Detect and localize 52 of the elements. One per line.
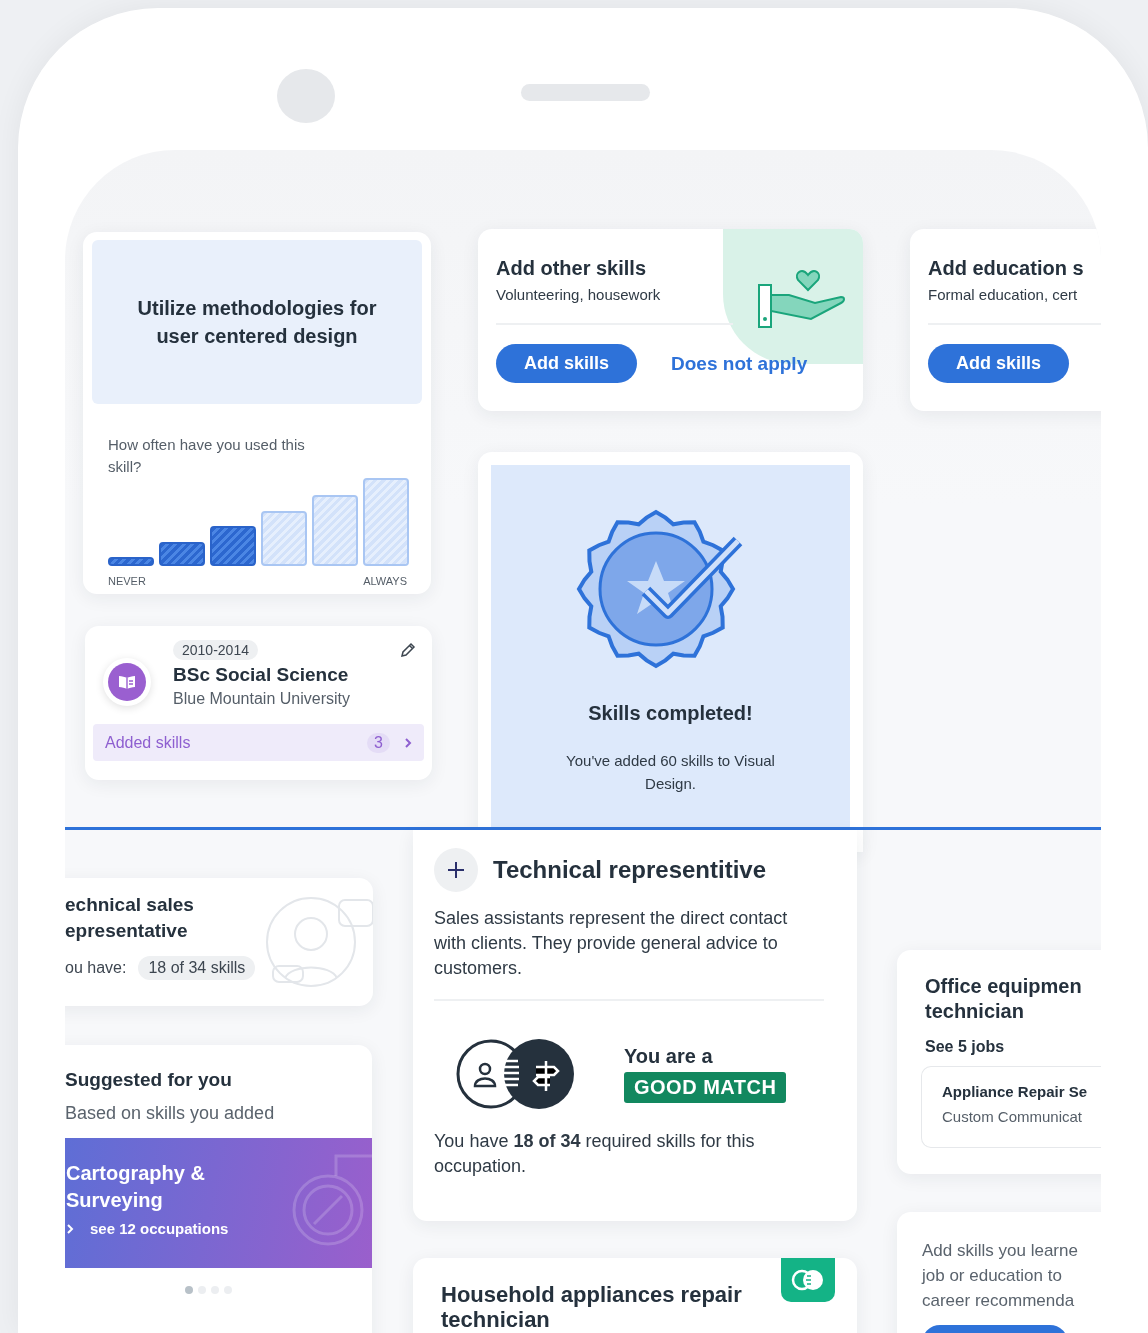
frequency-bar[interactable] (159, 542, 205, 566)
occupation-title: Household appliances repair technician (441, 1282, 743, 1332)
recommendation-text: Add skills you learne job or education to career recommenda (922, 1240, 1079, 1312)
frequency-bar[interactable] (312, 495, 358, 566)
skill-title: Utilize methodologies for user centered design (136, 296, 378, 349)
school-name: Blue Mountain University (173, 690, 351, 708)
book-icon (103, 658, 151, 706)
occupation-title: echnical sales epresentative (65, 893, 194, 943)
pencil-icon[interactable] (400, 642, 416, 658)
job-card[interactable]: Appliance Repair Se Custom Communicat (921, 1066, 1101, 1148)
prompt-subtitle: Formal education, cert (928, 286, 1079, 303)
suggestion-subtitle: Based on skills you added (65, 1103, 276, 1124)
frequency-question: How often have you used this skill? (108, 435, 306, 477)
frequency-bar[interactable] (363, 478, 409, 566)
occupation-description: Sales assistants represent the direct contact with clients. They provide general advice to customers. (434, 907, 789, 980)
year-chip: 2010-2014 (173, 640, 258, 660)
skills-summary: You have 18 of 34 required skills for this occupation. (434, 1130, 756, 1178)
skill-count: 3 (367, 732, 390, 753)
job-title: Appliance Repair Se (942, 1083, 1089, 1100)
company-name: Custom Communicat (942, 1108, 1084, 1125)
degree-title: BSc Social Science (173, 664, 350, 686)
prompt-title: Add other skills (496, 257, 648, 280)
category-title: Cartography & Surveying (66, 1161, 206, 1213)
match-badge: GOOD MATCH (624, 1072, 787, 1103)
occupation-title: Technical representitive (493, 856, 766, 884)
chevron-right-icon (66, 1222, 74, 1235)
skills-chip: 18 of 34 skills (138, 956, 256, 980)
prompt-subtitle: Volunteering, housework (496, 286, 662, 303)
add-button[interactable] (434, 848, 478, 892)
category-banner[interactable]: Cartography & Surveying see 12 occupations (65, 1138, 372, 1268)
frequency-bar[interactable] (210, 526, 256, 566)
page-dot[interactable] (185, 1286, 193, 1294)
scale-max-label: ALWAYS (363, 575, 407, 587)
add-skills-button[interactable]: Add skills (496, 344, 638, 383)
does-not-apply-link[interactable]: Does not apply (671, 352, 808, 375)
prompt-title: Add education s (928, 257, 1085, 280)
frequency-bar[interactable] (261, 511, 307, 566)
frequency-bar[interactable] (108, 557, 154, 566)
scale-min-label: NEVER (108, 575, 146, 587)
added-skills-label: Added skills (105, 733, 192, 752)
completion-message: You've added 60 skills to Visual Design. (565, 751, 776, 794)
see-jobs-link[interactable]: See 5 jobs (925, 1038, 1005, 1056)
add-skills-button[interactable]: Add skills (928, 344, 1070, 383)
added-skills-row[interactable]: Added skills 3 (93, 724, 424, 761)
plus-icon (447, 861, 465, 879)
chevron-right-icon (404, 736, 412, 749)
match-intro: You are a (624, 1045, 714, 1068)
skills-label: ou have: (65, 959, 127, 977)
occupations-link[interactable]: see 12 occupations (90, 1220, 229, 1237)
completion-title: Skills completed! (588, 702, 753, 725)
occupation-title: Office equipmen technician (925, 974, 1083, 1024)
suggestion-title: Suggested for you (65, 1069, 233, 1091)
